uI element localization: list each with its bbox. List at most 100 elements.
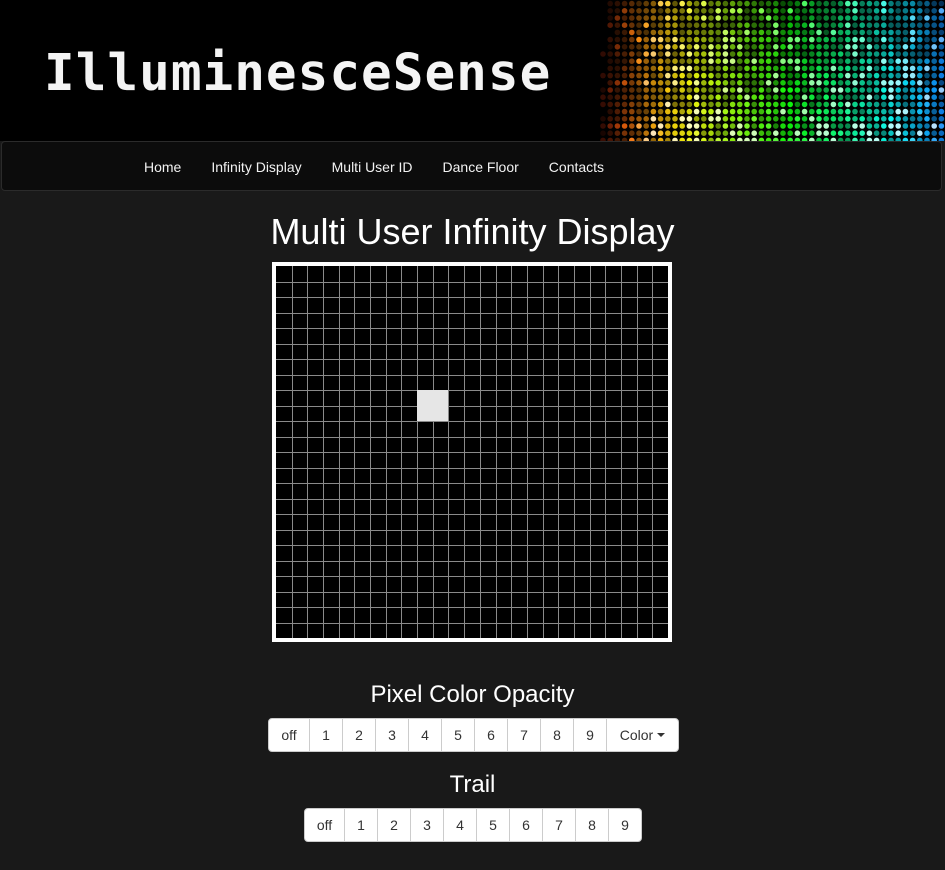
- opacity-button-off[interactable]: off: [268, 718, 310, 752]
- led-dot: [686, 22, 693, 29]
- opacity-button-9[interactable]: 9: [573, 718, 607, 752]
- led-dot: [672, 123, 678, 129]
- led-dot: [607, 130, 613, 136]
- nav-link-dance-floor[interactable]: Dance Floor: [428, 142, 534, 192]
- led-dot: [715, 51, 721, 57]
- led-dot: [708, 108, 714, 115]
- led-dot: [816, 80, 822, 86]
- trail-button-8[interactable]: 8: [575, 808, 609, 842]
- led-dot: [780, 72, 786, 79]
- led-dot: [643, 22, 649, 29]
- led-dot: [686, 65, 693, 72]
- pixel-grid[interactable]: [276, 266, 668, 638]
- led-dot: [744, 80, 750, 86]
- led-dot: [729, 15, 736, 21]
- led-dot: [859, 123, 865, 129]
- nav-link-infinity-display[interactable]: Infinity Display: [196, 142, 316, 192]
- led-dot: [708, 58, 714, 64]
- trail-button-4[interactable]: 4: [443, 808, 477, 842]
- led-dot: [722, 8, 729, 14]
- led-dot: [693, 22, 700, 29]
- led-dot: [816, 72, 822, 79]
- led-dot: [600, 87, 606, 93]
- led-dot: [895, 8, 901, 14]
- led-dot: [837, 130, 844, 136]
- led-dot: [787, 58, 793, 64]
- led-dot: [657, 101, 664, 108]
- color-dropdown-label: Color: [619, 727, 654, 743]
- led-dot: [859, 65, 865, 72]
- led-dot: [715, 108, 721, 115]
- led-dot: [657, 8, 664, 14]
- led-dot: [737, 65, 743, 72]
- led-dot: [679, 108, 685, 115]
- site-logo[interactable]: IlluminesceSense: [44, 46, 551, 102]
- trail-button-off[interactable]: off: [304, 808, 345, 842]
- trail-button-3[interactable]: 3: [410, 808, 444, 842]
- trail-button-9[interactable]: 9: [608, 808, 642, 842]
- led-dot: [888, 29, 894, 36]
- led-dot: [665, 15, 671, 21]
- led-dot: [701, 72, 707, 79]
- led-dot: [751, 58, 757, 64]
- led-dot: [686, 72, 693, 79]
- opacity-button-5[interactable]: 5: [441, 718, 475, 752]
- led-dot: [787, 51, 793, 57]
- led-dot: [888, 58, 894, 64]
- led-dot: [931, 123, 937, 129]
- opacity-button-2[interactable]: 2: [342, 718, 376, 752]
- led-dot: [751, 101, 757, 108]
- opacity-button-3[interactable]: 3: [375, 718, 409, 752]
- led-dot: [809, 15, 815, 21]
- led-dot: [629, 15, 635, 21]
- trail-button-1[interactable]: 1: [344, 808, 378, 842]
- led-dot: [751, 116, 757, 122]
- led-dot: [751, 8, 757, 14]
- led-dot: [657, 123, 664, 129]
- led-dot: [773, 80, 779, 86]
- led-dot: [665, 58, 671, 64]
- nav-link-multi-user-id[interactable]: Multi User ID: [317, 142, 428, 192]
- opacity-button-4[interactable]: 4: [408, 718, 442, 752]
- led-dot: [686, 58, 693, 64]
- led-dot: [722, 80, 729, 86]
- led-dot: [715, 123, 721, 129]
- nav-link-contacts[interactable]: Contacts: [534, 142, 619, 192]
- led-dot: [787, 94, 793, 100]
- led-dot: [672, 29, 678, 36]
- trail-button-5[interactable]: 5: [476, 808, 510, 842]
- color-dropdown-button[interactable]: Color: [606, 718, 679, 752]
- led-dot: [636, 51, 642, 57]
- led-dot: [715, 58, 721, 64]
- led-dot: [859, 22, 865, 29]
- led-dot: [773, 44, 779, 50]
- led-dot: [729, 8, 736, 14]
- trail-button-7[interactable]: 7: [542, 808, 576, 842]
- led-dot: [830, 22, 837, 29]
- led-dot: [665, 72, 671, 79]
- led-dot: [873, 101, 880, 108]
- led-dot: [629, 72, 635, 79]
- led-dot: [722, 123, 729, 129]
- opacity-button-1[interactable]: 1: [309, 718, 343, 752]
- led-dot: [765, 8, 772, 14]
- opacity-button-7[interactable]: 7: [507, 718, 541, 752]
- led-dot: [881, 72, 887, 79]
- opacity-button-6[interactable]: 6: [474, 718, 508, 752]
- trail-button-6[interactable]: 6: [509, 808, 543, 842]
- led-dot: [765, 65, 772, 72]
- led-dot: [917, 94, 923, 100]
- trail-button-2[interactable]: 2: [377, 808, 411, 842]
- led-dot: [665, 87, 671, 93]
- led-dot: [722, 51, 729, 57]
- infinity-display-canvas[interactable]: [272, 262, 672, 642]
- led-dot: [773, 94, 779, 100]
- nav-link-home[interactable]: Home: [129, 142, 196, 192]
- led-dot: [693, 44, 700, 50]
- opacity-button-8[interactable]: 8: [540, 718, 574, 752]
- led-dot: [794, 116, 801, 122]
- lit-pixel[interactable]: [417, 390, 448, 421]
- led-dot: [643, 87, 649, 93]
- led-dot: [780, 58, 786, 64]
- led-dot: [902, 130, 909, 136]
